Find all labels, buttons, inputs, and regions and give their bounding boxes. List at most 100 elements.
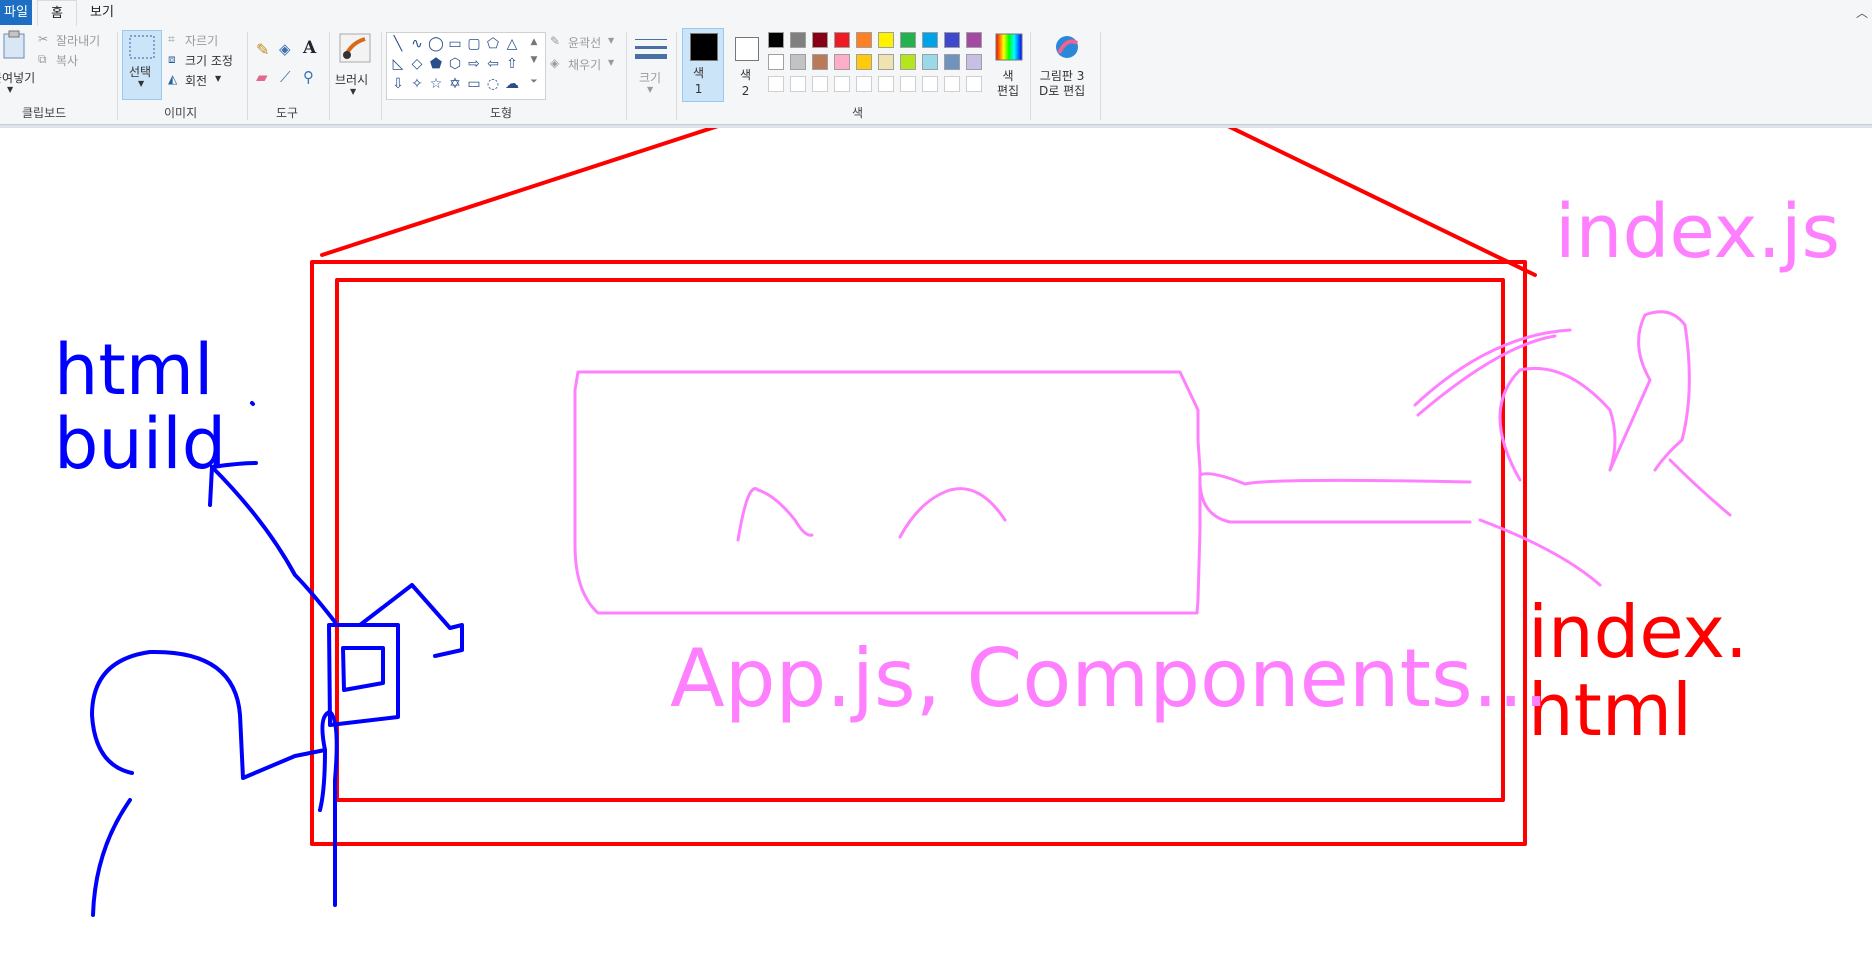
palette-swatch[interactable] — [790, 54, 806, 70]
rect-callout-shape-icon[interactable]: ▭ — [465, 75, 483, 93]
group-separator — [626, 32, 627, 120]
rotate-label: 회전 — [185, 74, 208, 88]
palette-swatch[interactable] — [966, 54, 982, 70]
palette-swatch[interactable] — [812, 32, 828, 48]
tab-home[interactable]: 홈 — [37, 0, 77, 27]
cut-label: 잘라내기 — [56, 34, 101, 48]
copy-button[interactable]: ⧉ 복사 — [38, 52, 98, 68]
paste-button[interactable]: 붙여넣기 ▼ — [0, 28, 38, 96]
polygon-shape-icon[interactable]: ⬠ — [484, 35, 502, 53]
gallery-scroll-down-icon[interactable]: ▼ — [525, 51, 543, 69]
palette-swatch[interactable] — [856, 54, 872, 70]
palette-swatch[interactable] — [944, 54, 960, 70]
custom-color-slot[interactable] — [834, 76, 850, 92]
down-arrow-shape-icon[interactable]: ⇩ — [389, 75, 407, 93]
oval-shape-icon[interactable]: ◯ — [427, 35, 445, 53]
palette-swatch[interactable] — [922, 32, 938, 48]
swoosh-upper — [1413, 328, 1572, 407]
gallery-scroll-up-icon[interactable]: ▲ — [525, 33, 543, 51]
palette-swatch[interactable] — [768, 32, 784, 48]
brushes-button[interactable]: 브러시 ▼ — [334, 30, 376, 100]
magnifier-icon[interactable]: ⚲ — [303, 68, 314, 86]
diamond-shape-icon[interactable]: ◇ — [408, 55, 426, 73]
text-icon[interactable]: A — [303, 38, 316, 58]
palette-swatch[interactable] — [922, 54, 938, 70]
line-shape-icon[interactable]: ╲ — [389, 35, 407, 53]
drawing-canvas[interactable]: html build index.js index. html App.js, … — [0, 128, 1872, 958]
ribbon-collapse-icon[interactable]: ︿ — [1856, 4, 1868, 21]
fill-label: 채우기 — [568, 58, 602, 72]
edit-with-paint3d-button[interactable]: 그림판 3 D로 편집 — [1036, 30, 1098, 102]
up-arrow-shape-icon[interactable]: ⇧ — [503, 55, 521, 73]
gallery-expand-icon[interactable]: ⏷ — [525, 73, 543, 91]
custom-color-slot[interactable] — [966, 76, 982, 92]
group-label-image: 이미지 — [164, 106, 198, 120]
shapes-gallery[interactable]: ╲ ∿ ◯ ▭ ▢ ⬠ △ ◺ ◇ ⬟ ⬡ ⇨ ⇦ ⇧ ⇩ ✧ ☆ ✡ ▭ ◌ … — [386, 32, 546, 100]
six-point-star-shape-icon[interactable]: ✡ — [446, 75, 464, 93]
palette-swatch[interactable] — [900, 32, 916, 48]
color2-button[interactable]: 색 2 — [728, 28, 766, 102]
left-arrow-shape-icon[interactable]: ⇦ — [484, 55, 502, 73]
edit-colors-button[interactable]: 색 편집 — [990, 30, 1028, 102]
oval-callout-shape-icon[interactable]: ◌ — [484, 75, 502, 93]
group-separator — [329, 32, 330, 120]
palette-swatch[interactable] — [944, 32, 960, 48]
palette-swatch[interactable] — [878, 54, 894, 70]
fill-bucket-icon[interactable]: ◈ — [279, 40, 291, 58]
custom-color-slot[interactable] — [900, 76, 916, 92]
custom-color-slot[interactable] — [944, 76, 960, 92]
select-label: 선택 — [129, 65, 152, 79]
crop-button[interactable]: ⌗ 자르기 — [168, 32, 238, 48]
color-picker-icon[interactable]: ⟋ — [280, 68, 291, 86]
right-triangle-shape-icon[interactable]: ◺ — [389, 55, 407, 73]
curve-shape-icon[interactable]: ∿ — [408, 35, 426, 53]
select-button[interactable]: 선택 ▼ — [122, 30, 162, 100]
tab-file[interactable]: 파일 — [0, 0, 32, 25]
custom-color-slot[interactable] — [812, 76, 828, 92]
palette-swatch[interactable] — [768, 54, 784, 70]
selection-rectangle-icon — [129, 35, 155, 59]
custom-color-slot[interactable] — [856, 76, 872, 92]
rotate-button[interactable]: ◭ 회전 ▼ — [168, 72, 238, 88]
rotate-dropdown-icon: ▼ — [215, 74, 222, 83]
pentagon-shape-icon[interactable]: ⬟ — [427, 55, 445, 73]
rotate-icon: ◭ — [168, 72, 178, 86]
palette-swatch[interactable] — [900, 54, 916, 70]
fill-icon: ◈ — [550, 56, 560, 70]
palette-swatch[interactable] — [856, 32, 872, 48]
paint3d-icon — [1056, 36, 1079, 58]
color1-button[interactable]: 색 1 — [682, 28, 724, 102]
cloud-callout-shape-icon[interactable]: ☁ — [503, 75, 521, 93]
outline-dropdown-icon: ▼ — [608, 36, 615, 45]
pencil-icon[interactable]: ✎ — [256, 40, 269, 59]
copy-icon: ⧉ — [38, 52, 47, 66]
four-point-star-shape-icon[interactable]: ✧ — [408, 75, 426, 93]
outline-button[interactable]: ✎ 윤곽선 ▼ — [550, 34, 620, 50]
palette-swatch[interactable] — [878, 32, 894, 48]
cut-button[interactable]: ✂ 잘라내기 — [38, 32, 108, 48]
palette-swatch[interactable] — [812, 54, 828, 70]
size-button[interactable]: 크기 ▼ — [630, 30, 672, 100]
palette-swatch[interactable] — [834, 32, 850, 48]
custom-color-slot[interactable] — [878, 76, 894, 92]
custom-color-slot[interactable] — [768, 76, 784, 92]
resize-button[interactable]: ⧈ 크기 조정 — [168, 52, 248, 68]
rounded-rectangle-shape-icon[interactable]: ▢ — [465, 35, 483, 53]
held-frame-inner — [341, 646, 385, 692]
custom-color-slot[interactable] — [790, 76, 806, 92]
palette-swatch[interactable] — [966, 32, 982, 48]
fill-button[interactable]: ◈ 채우기 ▼ — [550, 56, 620, 72]
five-point-star-shape-icon[interactable]: ☆ — [427, 75, 445, 93]
tab-view[interactable]: 보기 — [82, 0, 122, 25]
hexagon-shape-icon[interactable]: ⬡ — [446, 55, 464, 73]
color-spectrum-icon — [995, 33, 1023, 61]
rectangle-shape-icon[interactable]: ▭ — [446, 35, 464, 53]
right-arrow-shape-icon[interactable]: ⇨ — [465, 55, 483, 73]
brushes-label: 브러시 — [335, 73, 369, 87]
color1-label: 색 1 — [693, 66, 705, 96]
triangle-shape-icon[interactable]: △ — [503, 35, 521, 53]
custom-color-slot[interactable] — [922, 76, 938, 92]
palette-swatch[interactable] — [790, 32, 806, 48]
eraser-icon[interactable]: ▰ — [256, 68, 268, 86]
palette-swatch[interactable] — [834, 54, 850, 70]
